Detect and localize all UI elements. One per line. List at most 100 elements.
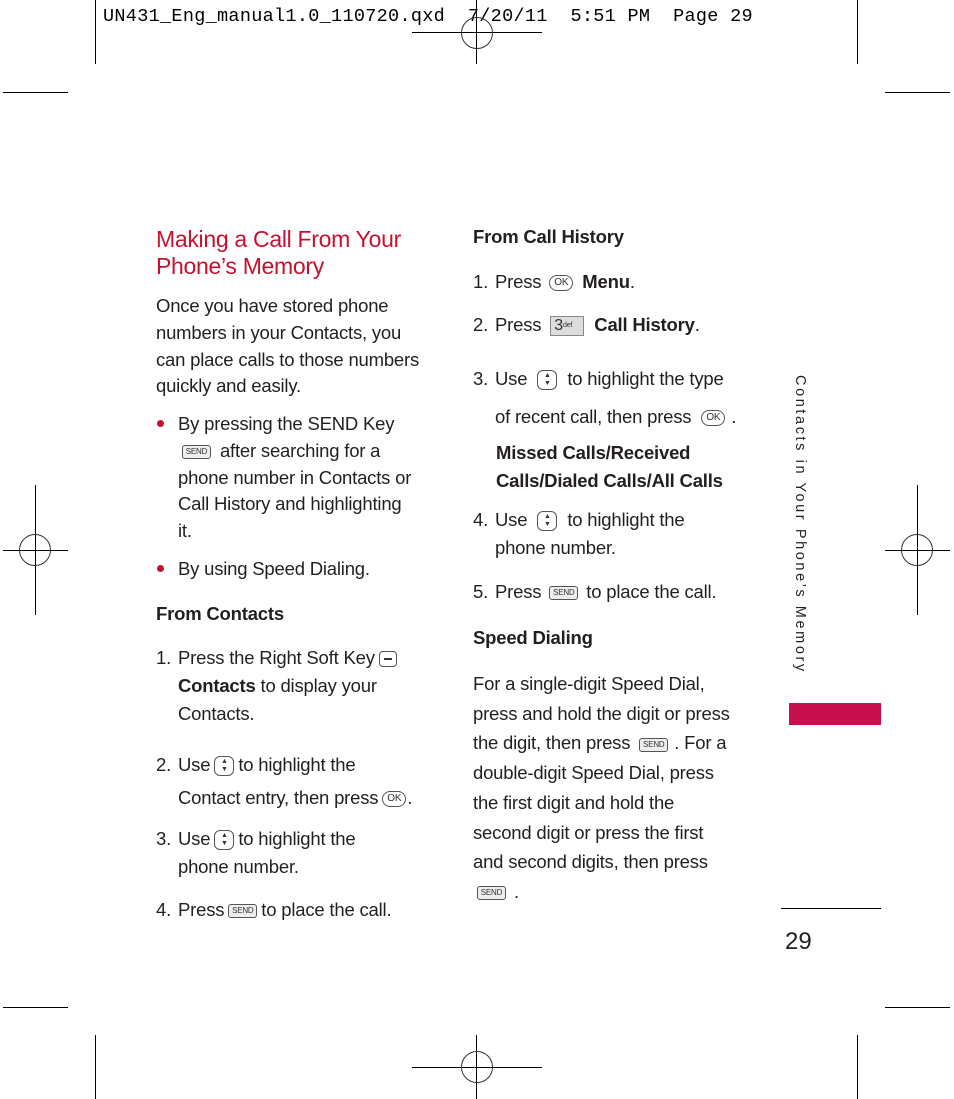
key-letters: def bbox=[563, 322, 573, 330]
section-side-label: Contacts in Your Phone’s Memory bbox=[792, 375, 808, 674]
navigation-key-icon: ▲ ▼ bbox=[214, 756, 235, 777]
step-text: Use ▲ ▼ to highlight the phone number. bbox=[473, 506, 763, 562]
number-3-key-icon: 3def bbox=[550, 316, 585, 337]
crop-mark bbox=[857, 0, 858, 64]
subheading-speed-dialing: Speed Dialing bbox=[473, 627, 593, 648]
step-item: 1. Press OK Menu. bbox=[473, 268, 763, 296]
paragraph-line: and second digits, then press bbox=[473, 851, 708, 873]
crop-mark bbox=[3, 92, 68, 93]
intro-line: Once you have stored phone bbox=[156, 295, 389, 316]
step-item: 1. Press the Right Soft Key Contacts to … bbox=[156, 644, 436, 728]
intro-line: can place calls to those numbers bbox=[156, 348, 420, 370]
step-text-part: to place the call. bbox=[261, 899, 392, 920]
step-text-part: . bbox=[629, 271, 635, 292]
bullet-line: phone number in Contacts or bbox=[178, 466, 412, 488]
registration-mark-circle bbox=[19, 534, 51, 566]
call-type-options-line: Calls/Dialed Calls/All Calls bbox=[496, 470, 723, 491]
bullet-icon bbox=[157, 420, 164, 427]
paragraph-line: double-digit Speed Dial, press bbox=[473, 762, 714, 784]
paragraph-line: SEND. bbox=[473, 877, 763, 907]
paragraph-line: second digit or press the first bbox=[473, 821, 704, 843]
step-text-part: to highlight the type bbox=[567, 368, 724, 389]
send-key-icon: SEND bbox=[639, 737, 669, 752]
step-text-part: Use bbox=[495, 368, 528, 389]
bullet-item: By using Speed Dialing. bbox=[178, 558, 370, 579]
subheading-from-contacts: From Contacts bbox=[156, 603, 284, 624]
intro-line: quickly and easily. bbox=[156, 375, 301, 397]
speed-dial-paragraph: For a single-digit Speed Dial, press and… bbox=[473, 669, 763, 907]
step-text-part: to highlight the bbox=[238, 754, 356, 775]
step-text-part: of recent call, then press bbox=[495, 406, 692, 427]
bullet-line: it. bbox=[178, 520, 192, 542]
step-text-part: Contacts. bbox=[178, 703, 255, 724]
step-text: Use ▲ ▼ to highlight the type of recent cal… bbox=[473, 360, 763, 436]
step-text-part: Use bbox=[178, 754, 211, 775]
step-text: Press 3def Call History. bbox=[473, 311, 763, 339]
step-text-part: . bbox=[694, 314, 700, 335]
step-text-part: Press the Right Soft Key bbox=[178, 647, 375, 668]
crop-mark bbox=[885, 92, 950, 93]
step-item: 4. Press SEND to place the call. bbox=[156, 896, 446, 924]
call-type-options-line: Missed Calls/Received bbox=[496, 442, 691, 463]
call-type-options: Missed Calls/Received Calls/Dialed Calls… bbox=[496, 439, 756, 495]
paragraph-text: . bbox=[514, 880, 519, 902]
step-item: 4. Use ▲ ▼ to highlight the phone number. bbox=[473, 506, 763, 562]
send-key-icon: SEND bbox=[182, 444, 211, 459]
step-text: Press SEND to place the call. bbox=[473, 578, 763, 606]
step-text-part: to highlight the bbox=[567, 509, 685, 530]
paragraph-line: For a single-digit Speed Dial, bbox=[473, 673, 705, 694]
step-text-part: phone number. bbox=[495, 537, 616, 558]
step-number: 4. bbox=[473, 509, 489, 530]
ok-key-icon: OK bbox=[701, 410, 726, 427]
step-number: 2. bbox=[156, 754, 172, 775]
step-text-part: to display your bbox=[255, 675, 377, 696]
send-key-icon: SEND bbox=[477, 886, 506, 901]
slug-line: UN431_Eng_manual1.0_110720.qxd 7/20/11 5… bbox=[103, 6, 753, 27]
step-text-part: Contact entry, then press bbox=[178, 787, 379, 808]
step-text: Press OK Menu. bbox=[473, 268, 763, 296]
step-text-part: . bbox=[407, 787, 413, 808]
step-text-part: Press bbox=[495, 581, 542, 602]
ok-key-icon: OK bbox=[382, 791, 407, 808]
step-text: Press the Right Soft Key Contacts to dis… bbox=[156, 644, 436, 728]
paragraph-text: the digit, then press bbox=[473, 732, 631, 754]
paragraph-line: press and hold the digit or press bbox=[473, 702, 730, 724]
key-digit: 3 bbox=[554, 317, 563, 335]
step-number: 3. bbox=[156, 828, 172, 849]
intro-line: numbers in your Contacts, you bbox=[156, 321, 402, 343]
paragraph-text: . For a bbox=[674, 732, 727, 754]
step-text-part: . bbox=[731, 406, 737, 427]
subheading-from-call-history: From Call History bbox=[473, 226, 624, 247]
crop-mark bbox=[95, 0, 96, 64]
crop-mark bbox=[3, 1007, 68, 1008]
bullet-item: By pressing the SEND Key SEND after sear… bbox=[178, 411, 448, 545]
right-soft-key-icon bbox=[378, 651, 397, 668]
step-number: 1. bbox=[156, 647, 172, 668]
step-bold-text: Contacts bbox=[178, 675, 256, 696]
section-tab-marker bbox=[789, 703, 881, 725]
step-number: 2. bbox=[473, 314, 489, 335]
step-text: Press SEND to place the call. bbox=[156, 896, 446, 924]
step-text-part: Press bbox=[495, 271, 542, 292]
step-item: 2. Press 3def Call History. bbox=[473, 311, 763, 339]
step-text-part: to place the call. bbox=[586, 581, 717, 602]
section-title: Making a Call From Your Phone’s Memory bbox=[156, 226, 446, 280]
page-number: 29 bbox=[785, 928, 812, 955]
step-text-part: Press bbox=[178, 899, 225, 920]
step-item: 2. Use ▲ ▼ to highlight the Contact entry, … bbox=[156, 748, 446, 814]
step-text-part: Use bbox=[495, 509, 528, 530]
crop-mark bbox=[95, 1035, 96, 1099]
registration-mark-circle bbox=[901, 534, 933, 566]
bullet-text: after searching for a bbox=[215, 439, 381, 461]
step-text-part: phone number. bbox=[178, 856, 299, 877]
step-number: 4. bbox=[156, 899, 172, 920]
registration-mark-circle bbox=[461, 1051, 493, 1083]
crop-mark bbox=[885, 1007, 950, 1008]
step-item: 5. Press SEND to place the call. bbox=[473, 578, 763, 606]
bullet-line: By pressing the SEND Key bbox=[178, 413, 395, 434]
send-key-icon: SEND bbox=[228, 904, 258, 919]
ok-key-icon: OK bbox=[549, 275, 574, 292]
step-text-part: to highlight the bbox=[238, 828, 356, 849]
navigation-key-icon: ▲ ▼ bbox=[537, 370, 558, 391]
section-title-line: Making a Call From Your bbox=[156, 226, 401, 252]
